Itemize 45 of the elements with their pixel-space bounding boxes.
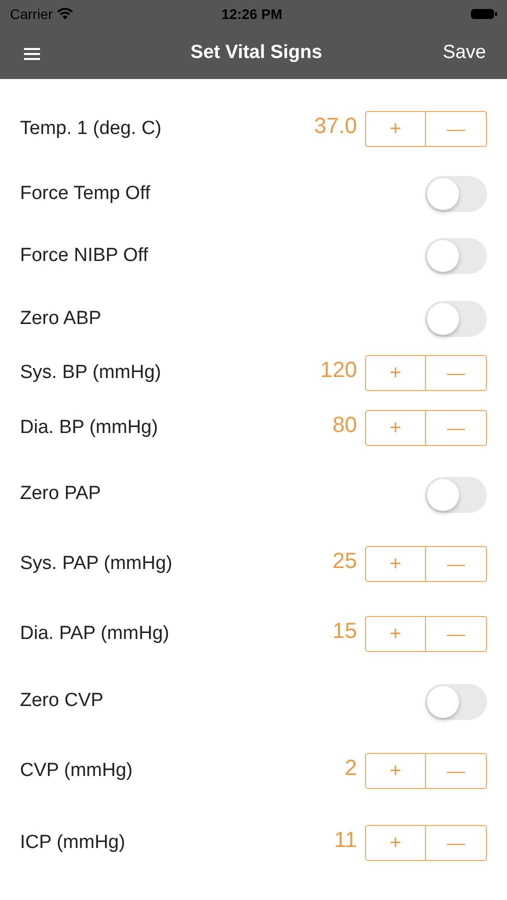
increment-button[interactable]: + [365,753,426,789]
increment-button[interactable]: + [365,546,426,582]
value-text: 15 [332,616,357,644]
screen-title: Set Vital Signs [190,41,324,66]
setting-label: Temp. 1 (deg. C) [20,116,162,141]
battery-icon [471,8,497,20]
increment-button[interactable]: + [365,111,426,147]
decrement-button[interactable]: — [426,111,487,147]
setting-label: Force NIBP Off [20,244,150,268]
decrement-button[interactable]: — [426,753,487,789]
menu-icon[interactable] [24,48,40,60]
toggle-switch[interactable] [425,176,487,212]
toggle-switch[interactable] [425,684,487,720]
setting-label: Dia. BP (mmHg) [20,416,159,440]
toggle-switch[interactable] [425,301,487,337]
setting-label: Force Temp Off [20,182,152,206]
decrement-button[interactable]: — [426,546,487,582]
decrement-button[interactable]: — [426,825,487,861]
wifi-icon [56,8,73,20]
setting-label: Dia. PAP (mmHg) [20,622,170,646]
value-text: 2 [344,754,357,782]
increment-button[interactable]: + [365,410,426,446]
setting-label: Zero PAP [20,482,102,506]
value-text: 37.0 [314,112,357,140]
increment-button[interactable]: + [365,355,426,391]
value-text: 80 [332,410,357,438]
save-button[interactable]: Save [442,39,486,68]
increment-button[interactable]: + [365,616,426,652]
setting-label: Sys. BP (mmHg) [20,360,162,385]
clock-text: 12:26 PM [220,4,284,24]
toggle-switch[interactable] [425,238,487,274]
value-text: 120 [320,356,357,384]
value-text: 25 [332,546,357,574]
decrement-button[interactable]: — [426,410,487,446]
setting-label: Zero CVP [20,689,104,714]
setting-label: Zero ABP [20,306,102,331]
decrement-button[interactable]: — [426,355,487,391]
toggle-switch[interactable] [425,476,487,512]
setting-label: CVP (mmHg) [20,758,134,783]
setting-label: Sys. PAP (mmHg) [20,552,174,576]
value-text: 11 [334,826,357,854]
increment-button[interactable]: + [365,825,426,861]
carrier-text: Carrier [10,4,53,24]
decrement-button[interactable]: — [426,616,487,652]
setting-label: ICP (mmHg) [20,830,126,855]
